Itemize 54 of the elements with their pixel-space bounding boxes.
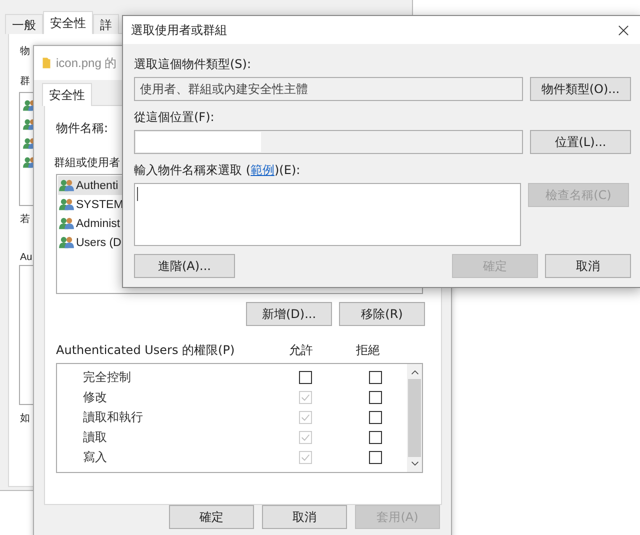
note-text: 若 [20, 212, 30, 226]
names-input-field[interactable] [134, 183, 521, 246]
remove-button[interactable]: 移除(R) [339, 302, 425, 326]
checkbox[interactable] [299, 370, 312, 384]
list-label: 群 [20, 75, 30, 88]
ok-button[interactable]: 確定 [169, 505, 254, 529]
field-label: 選取這個物件類型(S): [134, 56, 252, 73]
advanced-button[interactable]: 進階(A)... [134, 254, 235, 278]
user-name: Authenti [76, 180, 118, 192]
object-type-field: 使用者、群組或內建安全性主體 [134, 77, 523, 101]
cancel-button[interactable]: 取消 [545, 254, 631, 278]
object-types-button[interactable]: 物件類型(O)... [530, 77, 631, 101]
checkbox[interactable] [369, 390, 382, 404]
close-icon[interactable] [618, 24, 629, 36]
users-icon [59, 236, 74, 249]
scrollbar[interactable] [407, 364, 422, 472]
permissions-label: Au [20, 252, 32, 263]
examples-link[interactable]: 範例 [250, 163, 274, 177]
permissions-label: Authenticated Users 的權限(P) [56, 342, 236, 359]
tab[interactable]: 詳 [93, 14, 119, 34]
field-label: 從這個位置(F): [134, 109, 214, 126]
permission-name: 完全控制 [83, 368, 132, 386]
checkbox[interactable] [369, 430, 382, 444]
note-text: 如 [20, 412, 30, 425]
scroll-down-icon[interactable] [410, 461, 418, 466]
field-label: 物件名稱: [56, 120, 108, 137]
scroll-up-icon[interactable] [410, 370, 418, 375]
permission-name: 讀取和執行 [83, 408, 144, 426]
user-name: Users (D [76, 236, 122, 248]
folder-icon [42, 56, 51, 70]
checkbox[interactable] [369, 370, 382, 384]
users-icon [59, 217, 74, 230]
tab[interactable]: 安全性 [43, 11, 93, 34]
tab[interactable]: 安全性 [42, 83, 92, 106]
add-button[interactable]: 新增(D)... [246, 302, 332, 326]
locations-button[interactable]: 位置(L)... [530, 130, 631, 154]
tab[interactable]: 一般 [5, 14, 43, 34]
users-icon [59, 179, 74, 192]
users-icon [59, 198, 74, 211]
permission-name: 修改 [83, 388, 108, 406]
permission-name: 讀取 [83, 428, 108, 446]
field-label: 輸入物件名稱來選取 (範例)(E): [134, 162, 300, 179]
user-name: Administ [76, 218, 120, 230]
checkbox[interactable] [369, 450, 382, 464]
column-header: 拒絕 [356, 342, 382, 359]
window-title: 選取使用者或群組 [131, 22, 227, 38]
permission-name: 寫入 [83, 448, 108, 466]
checkbox[interactable] [369, 410, 382, 424]
field-label: 物 [20, 45, 30, 58]
list-label: 群組或使用者 [54, 155, 120, 170]
cancel-button[interactable]: 取消 [262, 505, 347, 529]
user-name: SYSTEM [76, 198, 124, 210]
column-header: 允許 [289, 342, 314, 359]
window-title: icon.png 的 [56, 54, 117, 72]
